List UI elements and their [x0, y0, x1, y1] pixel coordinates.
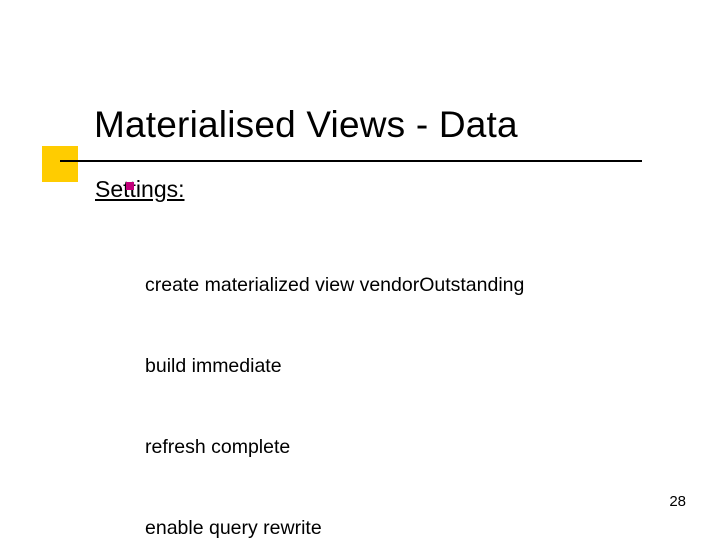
code-line: build immediate: [145, 353, 602, 380]
code-line: create materialized view vendorOutstandi…: [145, 272, 602, 299]
page-number: 28: [669, 493, 686, 510]
accent-square: [42, 146, 78, 182]
slide-title: Materialised Views - Data: [94, 104, 518, 146]
title-underline: [60, 160, 642, 162]
bullet-icon: [126, 182, 134, 190]
slide: Materialised Views - Data Settings: crea…: [0, 0, 720, 540]
section-heading: Settings:: [95, 176, 185, 203]
code-line: enable query rewrite: [145, 515, 602, 540]
code-block: create materialized view vendorOutstandi…: [145, 218, 602, 540]
code-line: refresh complete: [145, 434, 602, 461]
